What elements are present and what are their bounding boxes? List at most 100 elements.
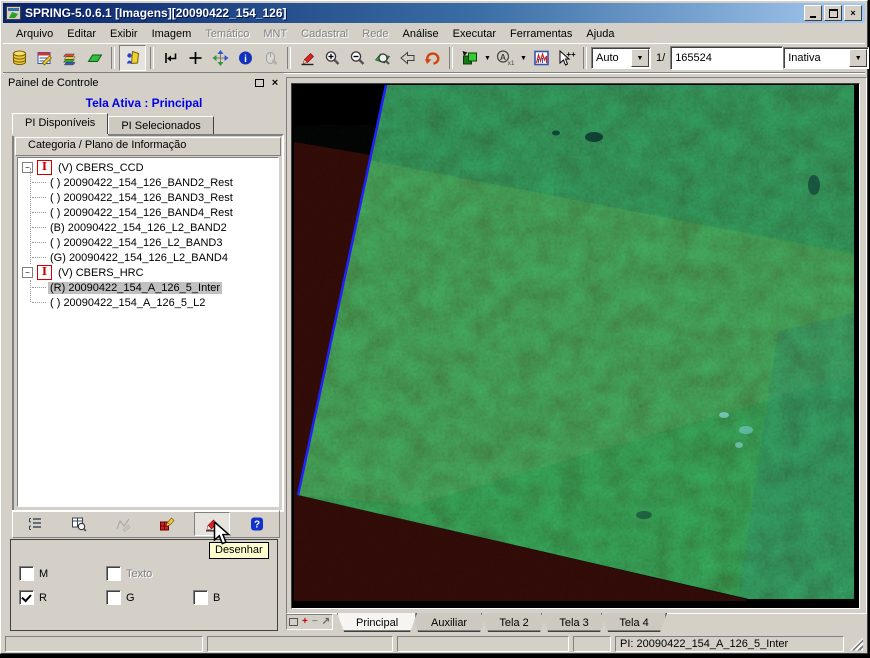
layers-button[interactable]: [57, 46, 82, 70]
info-button[interactable]: i: [233, 46, 258, 70]
tree-item[interactable]: (B) 20090422_154_126_L2_BAND2: [18, 220, 278, 235]
zoom-out-button[interactable]: [345, 46, 370, 70]
minimize-button[interactable]: [804, 5, 822, 21]
tree-item[interactable]: ( ) 20090422_154_126_BAND2_Rest: [18, 175, 278, 190]
tree-item-label: ( ) 20090422_154_126_BAND2_Rest: [50, 176, 233, 189]
screen-tab-tela4[interactable]: Tela 4: [601, 613, 667, 632]
data-model-button[interactable]: [32, 46, 57, 70]
detach-screen-icon[interactable]: ↗: [322, 617, 330, 627]
histogram-icon: [534, 50, 549, 66]
menu-ferramentas[interactable]: Ferramentas: [503, 26, 579, 42]
zoom-pi-button[interactable]: [62, 513, 96, 535]
tree-item[interactable]: (G) 20090422_154_126_L2_BAND4: [18, 250, 278, 265]
info-icon: i: [239, 51, 252, 65]
menu-arquivo[interactable]: Arquivo: [9, 26, 60, 42]
control-panel-toggle-button[interactable]: [119, 45, 146, 71]
float-icon: [254, 79, 264, 87]
menu-executar[interactable]: Executar: [446, 26, 503, 42]
recompose-button[interactable]: [158, 46, 183, 70]
zoom-selection-button[interactable]: [370, 46, 395, 70]
toolbar-separator: [449, 47, 453, 69]
tree-item[interactable]: ( ) 20090422_154_126_BAND3_Rest: [18, 190, 278, 205]
acquire-points-button[interactable]: ++: [554, 46, 579, 70]
checkbox-r-label: R: [39, 591, 47, 604]
recompose-icon: [165, 53, 177, 63]
tree-item-selected[interactable]: (R) 20090422_154_A_126_5_Inter: [18, 280, 278, 295]
pan-button[interactable]: [208, 46, 233, 70]
checkbox-b[interactable]: [193, 590, 208, 605]
pan-icon: [212, 50, 229, 66]
edit-pencil-button[interactable]: [295, 46, 320, 70]
histogram-button[interactable]: [529, 46, 554, 70]
tree-item-label: ( ) 20090422_154_126_BAND4_Rest: [50, 206, 233, 219]
minimize-icon: [810, 15, 816, 18]
previous-view-button[interactable]: [395, 46, 420, 70]
screen-tab-tela3[interactable]: Tela 3: [541, 613, 607, 632]
zoom-in-button[interactable]: [320, 46, 345, 70]
menu-cadastral: Cadastral: [301, 27, 349, 40]
screen-grid-icon[interactable]: [289, 618, 298, 626]
database-button[interactable]: [7, 46, 32, 70]
zoom-mode-combo[interactable]: Auto ▼: [591, 47, 651, 69]
grid-pencil-icon: [160, 517, 175, 531]
cursor-mode-combo[interactable]: Inativa ▼: [783, 47, 870, 69]
screen-tab-tools: + − ↗: [286, 614, 334, 630]
pi-tree-frame: Categoria / Plano de Informação − I (V) …: [12, 134, 284, 512]
screen-tab-tela2[interactable]: Tela 2: [481, 613, 547, 632]
panel-float-button[interactable]: [252, 77, 266, 90]
map-canvas[interactable]: [291, 83, 860, 609]
panel-help-button[interactable]: ?: [240, 513, 274, 535]
screen-tab-principal[interactable]: Principal: [337, 613, 417, 632]
maximize-button[interactable]: [824, 5, 842, 21]
pointer-plus-icon: ++: [559, 50, 576, 66]
tree-item-label: ( ) 20090422_154_126_BAND3_Rest: [50, 191, 233, 204]
cursor-plus-button[interactable]: [183, 46, 208, 70]
menu-analise[interactable]: Análise: [396, 26, 446, 42]
tab-pi-disponiveis[interactable]: PI Disponíveis: [12, 113, 109, 134]
svg-text:++: ++: [566, 50, 576, 59]
tree-branch: [32, 211, 46, 214]
tree-branch: [32, 181, 46, 184]
status-field-3: [397, 636, 569, 652]
scale-prefix-label: 1/: [656, 52, 666, 64]
image-category-icon: I: [37, 265, 52, 280]
tab-pi-selecionados[interactable]: PI Selecionados: [108, 116, 214, 134]
cursor-mode-dropdown-icon[interactable]: ▼: [849, 49, 868, 67]
panel-close-icon: ×: [271, 77, 279, 89]
tree-category-cbers-hrc[interactable]: − I (V) CBERS_HRC: [18, 265, 278, 280]
canvas-frame: [286, 77, 867, 614]
collapse-icon[interactable]: −: [22, 267, 33, 278]
remove-screen-icon[interactable]: −: [312, 617, 318, 627]
checkbox-m[interactable]: [19, 566, 34, 581]
menu-ajuda[interactable]: Ajuda: [579, 26, 621, 42]
add-screen-icon[interactable]: +: [302, 617, 308, 627]
panel-close-button[interactable]: ×: [268, 77, 282, 90]
menu-editar[interactable]: Editar: [60, 26, 103, 42]
menu-imagem[interactable]: Imagem: [145, 26, 199, 42]
menu-exibir[interactable]: Exibir: [103, 26, 145, 42]
pi-tree[interactable]: − I (V) CBERS_CCD ( ) 20090422_154_126_B…: [17, 157, 279, 507]
zoom-mode-dropdown-icon[interactable]: ▼: [631, 49, 649, 67]
auto-contrast-button[interactable]: A x1: [493, 46, 518, 70]
checkbox-texto-label: Texto: [126, 567, 153, 580]
scale-input[interactable]: [670, 46, 784, 70]
composition-dropdown[interactable]: ▼: [482, 46, 493, 70]
composition-icon: [462, 51, 477, 65]
checkbox-texto: [106, 566, 121, 581]
close-button[interactable]: ×: [844, 5, 862, 21]
undo-button[interactable]: [420, 46, 445, 70]
resize-grip[interactable]: [850, 637, 863, 651]
list-pi-button[interactable]: [18, 513, 52, 535]
contrast-dropdown[interactable]: ▼: [518, 46, 529, 70]
checkbox-r[interactable]: [19, 590, 34, 605]
tree-item[interactable]: ( ) 20090422_154_126_BAND4_Rest: [18, 205, 278, 220]
tree-item[interactable]: ( ) 20090422_154_126_L2_BAND3: [18, 235, 278, 250]
tree-item[interactable]: ( ) 20090422_154_A_126_5_L2: [18, 295, 278, 310]
edit-matrix-button[interactable]: [150, 513, 184, 535]
composition-button[interactable]: [457, 46, 482, 70]
info-plane-button[interactable]: [82, 46, 107, 70]
screen-tab-auxiliar[interactable]: Auxiliar: [411, 613, 487, 632]
svg-text:x1: x1: [508, 60, 515, 66]
tree-category-cbers-ccd[interactable]: − I (V) CBERS_CCD: [18, 160, 278, 175]
checkbox-g[interactable]: [106, 590, 121, 605]
